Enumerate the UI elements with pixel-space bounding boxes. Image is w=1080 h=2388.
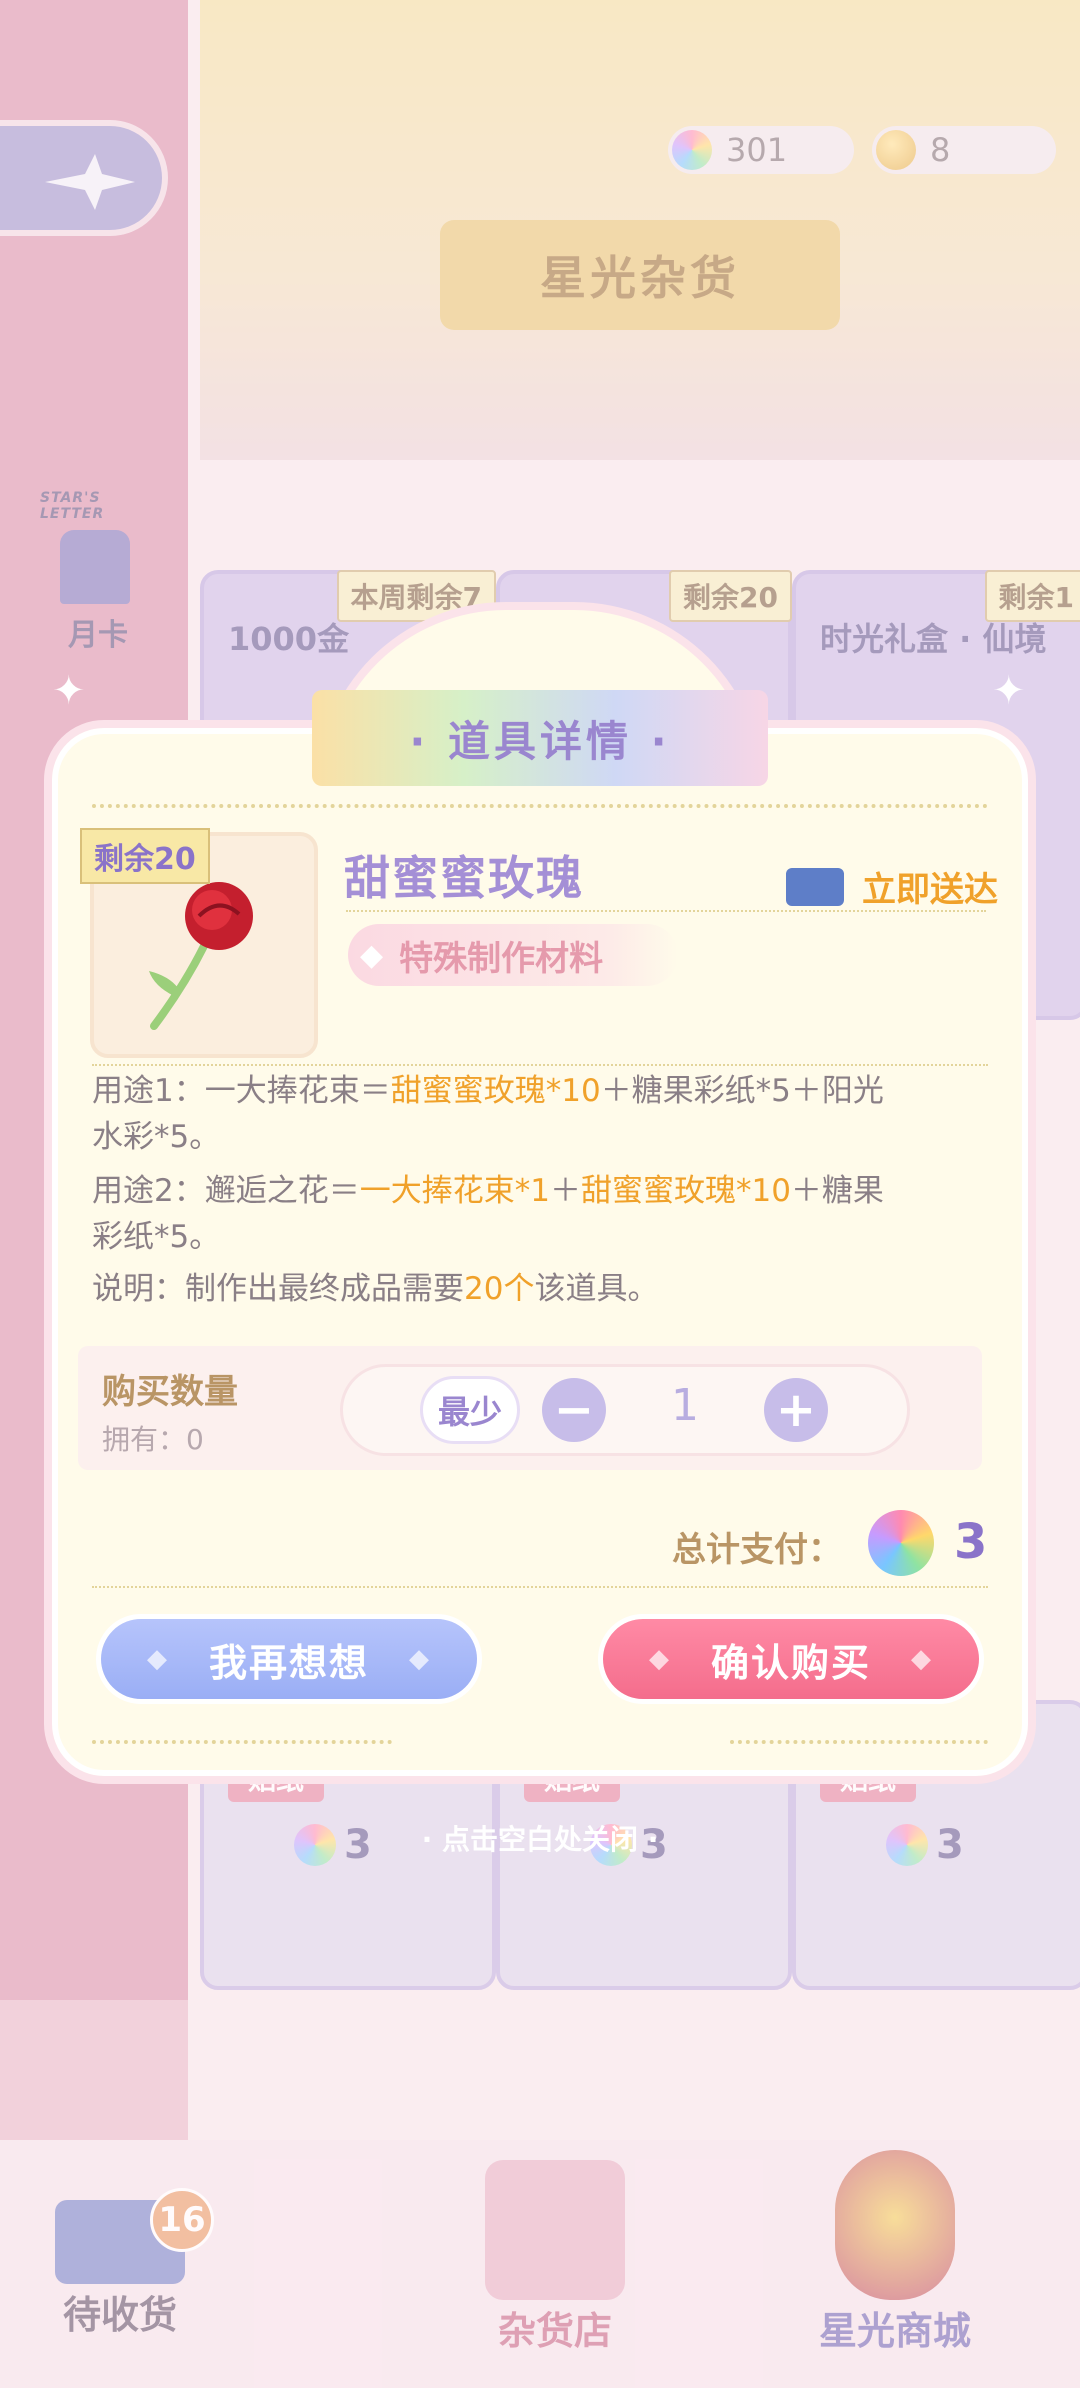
divider xyxy=(92,1586,988,1588)
owned-count: 拥有：0 xyxy=(102,1423,204,1456)
use2-highlight: 甜蜜蜜玫瑰*10 xyxy=(580,1173,791,1209)
cancel-button[interactable]: ◆ 我再想想 ◆ xyxy=(96,1614,482,1704)
diamond-icon: ◆ xyxy=(146,1644,169,1674)
diamond-icon: ◆ xyxy=(409,1644,431,1674)
divider xyxy=(92,1064,988,1066)
modal-title-ribbon: · 道具详情 · xyxy=(312,690,768,786)
item-note: 说明：制作出最终成品需要20个该道具。 xyxy=(92,1266,892,1312)
delivery-label: 立即送达 xyxy=(862,870,998,910)
minus-icon: − xyxy=(553,1382,595,1438)
item-type-pill: ◆ 特殊制作材料 xyxy=(348,924,678,986)
note-suffix: 该道具。 xyxy=(534,1271,659,1307)
total-label: 总计支付： xyxy=(672,1530,842,1570)
total-value: 3 xyxy=(954,1514,988,1570)
item-type: 特殊制作材料 xyxy=(399,938,604,979)
diamond-icon: ◆ xyxy=(911,1644,933,1674)
quantity-label: 购买数量 xyxy=(102,1372,238,1412)
item-use-1: 用途1：一大捧花束＝甜蜜蜜玫瑰*10＋糖果彩纸*5＋阳光水彩*5。 xyxy=(92,1068,892,1160)
confirm-label: 确认购买 xyxy=(710,1640,871,1685)
cancel-label: 我再想想 xyxy=(208,1640,369,1685)
use2-plus: ＋ xyxy=(549,1173,581,1209)
decrease-button[interactable]: − xyxy=(542,1378,606,1442)
instant-delivery: 立即送达 xyxy=(786,862,998,911)
use2-highlight: 一大捧花束*1 xyxy=(359,1173,550,1209)
quantity-value[interactable]: 1 xyxy=(640,1380,730,1431)
increase-button[interactable]: + xyxy=(764,1378,828,1442)
use2-text: 用途2：邂逅之花＝ xyxy=(92,1173,360,1209)
diamond-icon: ◆ xyxy=(360,937,384,973)
confirm-purchase-button[interactable]: ◆ 确认购买 ◆ xyxy=(598,1614,984,1704)
item-use-2: 用途2：邂逅之花＝一大捧花束*1＋甜蜜蜜玫瑰*10＋糖果彩纸*5。 xyxy=(92,1168,892,1260)
item-name: 甜蜜蜜玫瑰 xyxy=(344,851,584,905)
delivery-truck-icon xyxy=(786,867,844,906)
close-hint: · 点击空白处关闭 · xyxy=(421,1823,659,1856)
plus-icon: + xyxy=(775,1382,817,1438)
min-quantity-button[interactable]: 最少 xyxy=(420,1376,520,1444)
rainbow-star-icon xyxy=(868,1510,934,1576)
use1-highlight: 甜蜜蜜玫瑰*10 xyxy=(390,1073,601,1109)
modal-title: · 道具详情 · xyxy=(409,716,671,766)
diamond-icon: ◆ xyxy=(648,1644,671,1674)
use1-text: 用途1：一大捧花束＝ xyxy=(92,1073,391,1109)
divider xyxy=(92,804,988,808)
divider xyxy=(92,1740,392,1744)
note-text: 说明：制作出最终成品需要 xyxy=(92,1271,464,1307)
sparkle-icon: ✦ xyxy=(52,668,86,714)
sparkle-icon: ✦ xyxy=(992,668,1026,714)
item-remaining-tag: 剩余20 xyxy=(80,828,210,884)
note-highlight: 20个 xyxy=(464,1271,535,1307)
divider xyxy=(730,1740,988,1744)
